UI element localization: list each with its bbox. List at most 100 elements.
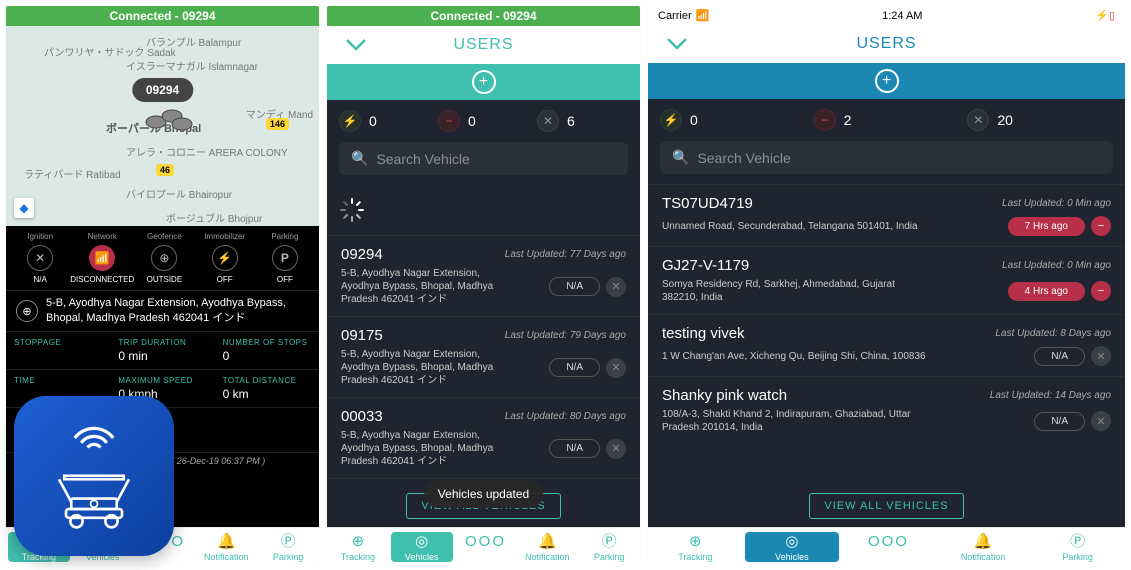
vehicle-id: 09175 xyxy=(341,327,383,344)
vehicle-row[interactable]: Shanky pink watchLast Updated: 14 Days a… xyxy=(648,376,1125,444)
header: USERS xyxy=(327,26,640,64)
vehicle-id: Shanky pink watch xyxy=(662,387,787,404)
status-geofence: Geofence ⊕ OUTSIDE xyxy=(134,232,194,284)
count-active[interactable]: ⚡0 xyxy=(660,109,806,131)
parking-icon: Ⓟ xyxy=(1030,532,1125,552)
x-icon[interactable]: ✕ xyxy=(1091,411,1111,431)
tab-tracking[interactable]: ⊕Tracking xyxy=(648,532,743,562)
vehicle-list[interactable]: TS07UD4719 Last Updated: 0 Min ago Unnamed… xyxy=(648,184,1125,485)
app-icon xyxy=(14,396,174,556)
last-updated: Last Updated: 0 Min ago xyxy=(1002,198,1111,209)
x-icon[interactable]: ✕ xyxy=(1091,346,1111,366)
view-all-button[interactable]: VIEW ALL VEHICLES xyxy=(809,493,963,519)
tab-parking[interactable]: ⓅParking xyxy=(257,532,319,562)
vehicle-row[interactable]: testing vivekLast Updated: 8 Days ago1 W… xyxy=(648,314,1125,376)
vehicle-address: 108/A-3, Shakti Khand 2, Indirapuram, Gh… xyxy=(662,408,931,434)
wifi-icon: 📶 xyxy=(696,9,710,22)
vehicle-row[interactable]: 00033Last Updated: 80 Days ago5-B, Ayodh… xyxy=(327,397,640,478)
count-bar: ⚡0 −0 ✕6 xyxy=(327,100,640,142)
add-button[interactable]: + xyxy=(875,69,899,93)
bell-icon: 🔔 xyxy=(516,532,578,552)
search-bar: 🔍Search Vehicle xyxy=(648,141,1125,184)
vehicle-id: GJ27-V-1179 xyxy=(662,257,749,274)
map-label: アレラ・コロニー ARERA COLONY xyxy=(126,144,288,159)
status-badge: 7 Hrs ago− xyxy=(1008,216,1111,236)
wifi-icon xyxy=(66,422,122,454)
x-icon: ✕ xyxy=(27,245,53,271)
tab-vehicles[interactable]: ◎Vehicles xyxy=(745,532,840,562)
directions-button[interactable]: ◆ xyxy=(14,198,34,218)
tab-vehicles[interactable]: ◎Vehicles xyxy=(391,532,453,562)
tab-sos[interactable]: OOO xyxy=(841,532,936,562)
vehicle-pin[interactable]: 09294 xyxy=(132,78,193,102)
last-updated: Last Updated: 8 Days ago xyxy=(995,328,1111,339)
tab-sos[interactable]: OOO xyxy=(455,532,517,562)
x-icon[interactable]: ✕ xyxy=(606,358,626,378)
vehicle-row[interactable]: GJ27-V-1179Last Updated: 0 Min agoSomya … xyxy=(648,246,1125,314)
time-pill: N/A xyxy=(549,358,600,377)
map[interactable]: パンワリヤ・サドック Sadak バランプル Balampur イスラーマナガル… xyxy=(6,26,319,226)
chevron-down-icon[interactable] xyxy=(345,38,367,52)
vehicle-address: Somya Residency Rd, Sarkhej, Ahmedabad, … xyxy=(662,278,931,304)
status-badge: N/A✕ xyxy=(1034,346,1111,366)
minus-icon[interactable]: − xyxy=(1091,281,1111,301)
vehicle-row[interactable]: 09294Last Updated: 77 Days ago5-B, Ayodh… xyxy=(327,235,640,316)
road-badge: 46 xyxy=(156,164,174,176)
tab-notification[interactable]: 🔔Notification xyxy=(936,532,1031,562)
x-icon[interactable]: ✕ xyxy=(606,439,626,459)
tab-bar: ⊕Tracking ◎Vehicles OOO 🔔Notification ⓅP… xyxy=(648,527,1125,564)
stats-row-1: STOPPAGE TRIP DURATION0 min NUMBER OF ST… xyxy=(6,331,319,369)
page-title: USERS xyxy=(453,36,513,54)
parking-icon: Ⓟ xyxy=(257,532,319,552)
add-button[interactable]: + xyxy=(472,70,496,94)
tab-parking[interactable]: ⓅParking xyxy=(578,532,640,562)
count-warning[interactable]: −2 xyxy=(814,109,960,131)
battery-icon: ⚡▯ xyxy=(1095,9,1115,22)
x-icon: ✕ xyxy=(967,109,989,131)
vehicle-address: Unnamed Road, Secunderabad, Telangana 50… xyxy=(662,220,918,233)
search-icon: 🔍 xyxy=(351,150,368,167)
search-input[interactable]: 🔍Search Vehicle xyxy=(660,141,1113,174)
x-icon[interactable]: ✕ xyxy=(606,277,626,297)
tab-notification[interactable]: 🔔Notification xyxy=(516,532,578,562)
vehicle-markers[interactable] xyxy=(144,100,194,136)
vehicle-address: 5-B, Ayodhya Nagar Extension, Ayodhya By… xyxy=(341,429,512,468)
vehicle-row[interactable]: 09175Last Updated: 79 Days ago5-B, Ayodh… xyxy=(327,316,640,397)
vehicle-address: 5-B, Ayodhya Nagar Extension, Ayodhya By… xyxy=(341,267,512,306)
count-offline[interactable]: ✕6 xyxy=(537,110,628,132)
count-warning[interactable]: −0 xyxy=(438,110,529,132)
globe-icon: ⊕ xyxy=(648,532,743,552)
bolt-icon: ⚡ xyxy=(212,245,238,271)
connection-bar: Connected - 09294 xyxy=(327,6,640,26)
add-bar: + xyxy=(648,63,1125,99)
carrier-text: Carrier xyxy=(658,10,692,22)
count-active[interactable]: ⚡0 xyxy=(339,110,430,132)
vehicle-id: 00033 xyxy=(341,408,383,425)
steering-icon: ◎ xyxy=(391,532,453,552)
vehicle-list[interactable]: 09294Last Updated: 77 Days ago5-B, Ayodh… xyxy=(327,185,640,485)
vehicle-id: TS07UD4719 xyxy=(662,195,753,212)
bolt-icon: ⚡ xyxy=(339,110,361,132)
bell-icon: 🔔 xyxy=(936,532,1031,552)
chevron-down-icon[interactable] xyxy=(666,37,688,51)
status-network: Network 📶 DISCONNECTED xyxy=(70,232,134,284)
time-pill: N/A xyxy=(1034,412,1085,431)
screen-vehicles-alt: Carrier 📶 1:24 AM ⚡▯ USERS + ⚡0 −2 ✕20 🔍… xyxy=(648,6,1125,564)
count-offline[interactable]: ✕20 xyxy=(967,109,1113,131)
connection-bar: Connected - 09294 xyxy=(6,6,319,26)
vehicle-row[interactable]: TS07UD4719 Last Updated: 0 Min ago Unnamed… xyxy=(648,184,1125,246)
globe-icon: ⊕ xyxy=(327,532,389,552)
tab-tracking[interactable]: ⊕Tracking xyxy=(327,532,389,562)
search-bar: 🔍Search Vehicle xyxy=(327,142,640,185)
bell-icon: 🔔 xyxy=(195,532,257,552)
minus-icon[interactable]: − xyxy=(1091,216,1111,236)
map-label: バランプル Balampur xyxy=(146,34,241,49)
clock: 1:24 AM xyxy=(882,10,922,22)
tab-notification[interactable]: 🔔Notification xyxy=(195,532,257,562)
status-badge: N/A ✕ xyxy=(1034,411,1111,431)
tab-parking[interactable]: ⓅParking xyxy=(1030,532,1125,562)
status-badge: N/A✕ xyxy=(549,439,626,459)
search-input[interactable]: 🔍Search Vehicle xyxy=(339,142,628,175)
tab-bar: ⊕Tracking ◎Vehicles OOO 🔔Notification ⓅP… xyxy=(327,527,640,564)
status-immobilizer: Immobilizer ⚡ OFF xyxy=(195,232,255,284)
